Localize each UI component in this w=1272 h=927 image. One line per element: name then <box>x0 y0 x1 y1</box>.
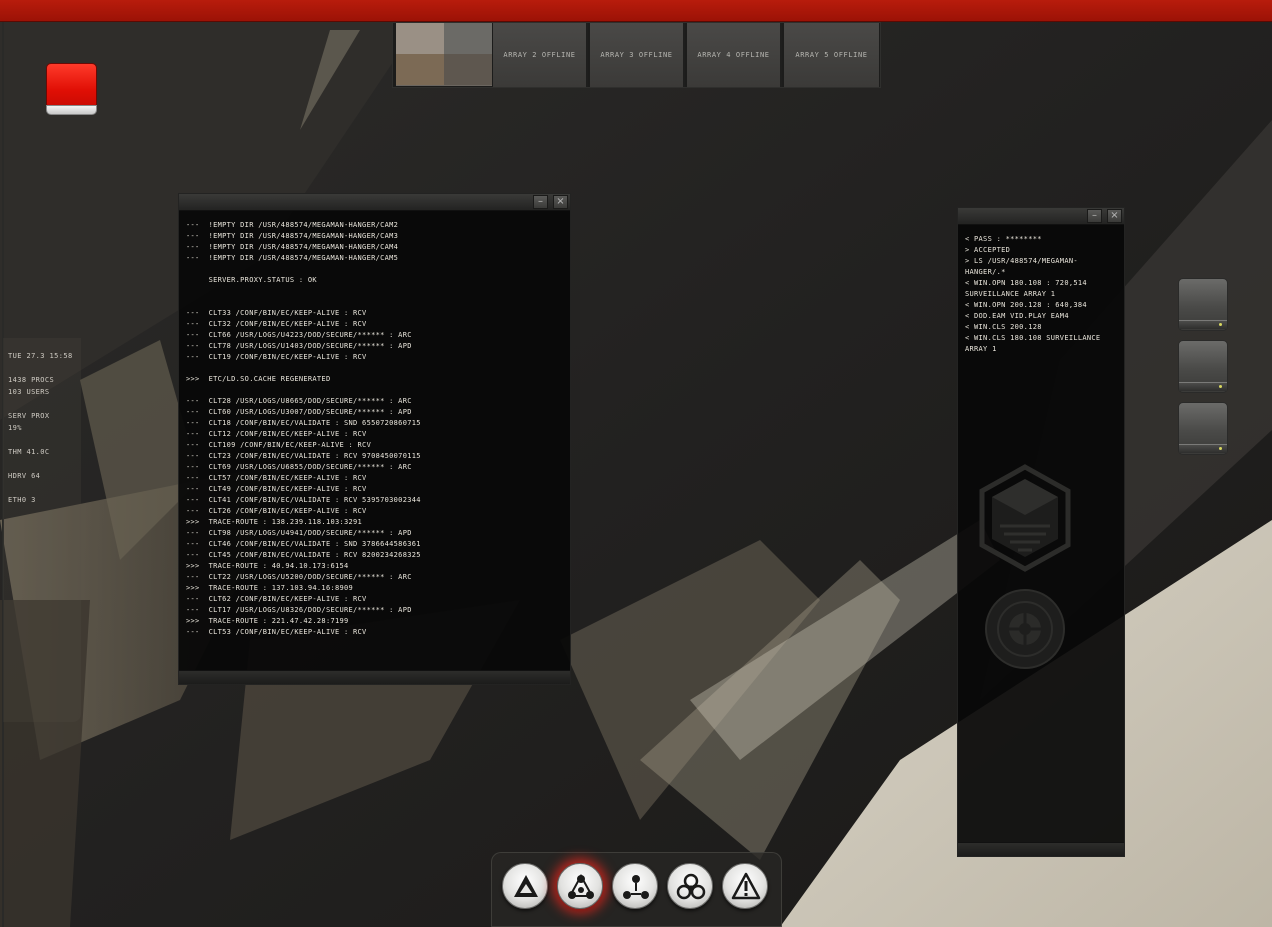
close-button[interactable]: × <box>553 195 568 209</box>
drive-led <box>1219 447 1222 450</box>
top-bar <box>0 0 1272 22</box>
terminal-line: --- CLT33 /CONF/BIN/EC/KEEP-ALIVE : RCV <box>186 309 367 317</box>
status-eth: ETH0 3 <box>8 496 36 504</box>
terminal-line: >>> ETC/LD.SO.CACHE REGENERATED <box>186 375 331 383</box>
dock-button-trinity[interactable] <box>557 863 603 909</box>
terminal-line: >>> TRACE-ROUTE : 137.103.94.16:8909 <box>186 584 354 592</box>
terminal-line: --- CLT66 /USR/LOGS/U4223/DOD/SECURE/***… <box>186 331 412 339</box>
terminal-line: --- CLT98 /USR/LOGS/U4941/DOD/SECURE/***… <box>186 529 412 537</box>
minimize-button[interactable]: – <box>533 195 548 209</box>
terminal-line: --- CLT57 /CONF/BIN/EC/KEEP-ALIVE : RCV <box>186 474 367 482</box>
side-terminal-footer <box>958 842 1124 856</box>
camera-array-5[interactable]: ARRAY 5 OFFLINE <box>784 23 879 87</box>
terminal-line: >>> TRACE-ROUTE : 138.239.118.103:3291 <box>186 518 363 526</box>
side-terminal-window[interactable]: – × < PASS : ******** > ACCEPTED > LS /USR… <box>957 207 1125 857</box>
dock-button-biohazard[interactable] <box>667 863 713 909</box>
red-drive-icon[interactable] <box>46 63 97 115</box>
side-terminal-line: HANGER/.* <box>965 268 1006 276</box>
protecting-america-seal <box>985 589 1065 669</box>
terminal-line: --- CLT46 /CONF/BIN/EC/VALIDATE : SND 37… <box>186 540 421 548</box>
drive-led <box>1219 385 1222 388</box>
side-terminal-line: > LS /USR/488574/MEGAMAN- <box>965 257 1078 265</box>
terminal-line: --- CLT49 /CONF/BIN/EC/KEEP-ALIVE : RCV <box>186 485 367 493</box>
terminal-titlebar[interactable] <box>179 194 570 211</box>
terminal-line: --- CLT78 /USR/LOGS/U1403/DOD/SECURE/***… <box>186 342 412 350</box>
side-terminal-line: > ACCEPTED <box>965 246 1011 254</box>
triforce-icon <box>514 875 538 897</box>
terminal-line: --- CLT18 /CONF/BIN/EC/VALIDATE : SND 65… <box>186 419 421 427</box>
camera-array-2[interactable]: ARRAY 2 OFFLINE <box>493 23 588 87</box>
hexagon-cube-logo <box>979 464 1071 572</box>
side-terminal-line: < WIN.OPN 180.108 : 720,514 <box>965 279 1087 287</box>
side-terminal-line: SURVEILLANCE ARRAY 1 <box>965 290 1056 298</box>
minimize-button[interactable]: – <box>1087 209 1102 223</box>
terminal-line: --- !EMPTY DIR /USR/488574/MEGAMAN-HANGE… <box>186 232 399 240</box>
drive-body <box>46 63 97 109</box>
terminal-window[interactable]: – × --- !EMPTY DIR /USR/488574/MEGAMAN-H… <box>178 193 571 685</box>
terminal-line: --- CLT22 /USR/LOGS/U5200/DOD/SECURE/***… <box>186 573 412 581</box>
drive-led <box>1219 323 1222 326</box>
side-terminal-line: < WIN.CLS 180.108 SURVEILLANCE <box>965 334 1101 342</box>
camera-array-label: ARRAY 5 OFFLINE <box>795 51 868 59</box>
terminal-line: --- !EMPTY DIR /USR/488574/MEGAMAN-HANGE… <box>186 243 399 251</box>
side-terminal-line: < PASS : ******** <box>965 235 1042 243</box>
terminal-line: --- CLT26 /CONF/BIN/EC/KEEP-ALIVE : RCV <box>186 507 367 515</box>
gray-drive-icon[interactable] <box>1178 402 1228 455</box>
terminal-line: --- CLT28 /USR/LOGS/U8665/DOD/SECURE/***… <box>186 397 412 405</box>
camera-array-label: ARRAY 4 OFFLINE <box>697 51 770 59</box>
feed-quadrant <box>396 54 444 85</box>
terminal-line: --- CLT17 /USR/LOGS/U8326/DOD/SECURE/***… <box>186 606 412 614</box>
status-datetime: TUE 27.3 15:58 <box>8 352 73 360</box>
drive-base <box>46 105 97 115</box>
camera-array-label: ARRAY 3 OFFLINE <box>600 51 673 59</box>
terminal-line: --- !EMPTY DIR /USR/488574/MEGAMAN-HANGE… <box>186 221 399 229</box>
dock-button-warning[interactable] <box>722 863 768 909</box>
terminal-line: >>> TRACE-ROUTE : 221.47.42.28:7199 <box>186 617 349 625</box>
camera-array-4[interactable]: ARRAY 4 OFFLINE <box>687 23 782 87</box>
terminal-line: --- CLT41 /CONF/BIN/EC/VALIDATE : RCV 53… <box>186 496 421 504</box>
terminal-line: >>> TRACE-ROUTE : 40.94.10.173:6154 <box>186 562 349 570</box>
status-serv-prox-value: 19% <box>8 424 22 432</box>
side-terminal-line: ARRAY 1 <box>965 345 997 353</box>
side-terminal-line: < WIN.OPN 200.128 : 640,384 <box>965 301 1087 309</box>
terminal-line: --- CLT109 /CONF/BIN/EC/KEEP-ALIVE : RCV <box>186 441 372 449</box>
terminal-line: --- CLT69 /USR/LOGS/U6855/DOD/SECURE/***… <box>186 463 412 471</box>
camera-array-label: ARRAY 2 OFFLINE <box>503 51 576 59</box>
status-hdrv: HDRV 64 <box>8 472 41 480</box>
surveillance-arrays: ARRAY 2 OFFLINE ARRAY 3 OFFLINE ARRAY 4 … <box>392 22 881 88</box>
status-serv-prox-label: SERV PROX <box>8 412 50 420</box>
terminal-footer <box>179 670 570 684</box>
feed-quadrant <box>444 54 492 85</box>
camera-array-3[interactable]: ARRAY 3 OFFLINE <box>590 23 685 87</box>
gray-drive-icon[interactable] <box>1178 278 1228 331</box>
dock-button-triad[interactable] <box>612 863 658 909</box>
terminal-line: --- CLT12 /CONF/BIN/EC/KEEP-ALIVE : RCV <box>186 430 367 438</box>
terminal-line: --- CLT53 /CONF/BIN/EC/KEEP-ALIVE : RCV <box>186 628 367 636</box>
terminal-line: --- !EMPTY DIR /USR/488574/MEGAMAN-HANGE… <box>186 254 399 262</box>
terminal-line: --- CLT19 /CONF/BIN/EC/KEEP-ALIVE : RCV <box>186 353 367 361</box>
terminal-line: SERVER.PROXY.STATUS : OK <box>186 276 317 284</box>
terminal-line: --- CLT45 /CONF/BIN/EC/VALIDATE : RCV 82… <box>186 551 421 559</box>
side-terminal-line: < WIN.CLS 200.128 <box>965 323 1042 331</box>
triad-nodes-icon <box>623 875 649 899</box>
gray-drive-icon[interactable] <box>1178 340 1228 393</box>
status-thermal: THM 41.0C <box>8 448 50 456</box>
biohazard-icon <box>676 873 706 900</box>
terminal-line: --- CLT60 /USR/LOGS/U3007/DOD/SECURE/***… <box>186 408 412 416</box>
status-users: 103 USERS <box>8 388 50 396</box>
feed-quadrant <box>396 23 444 54</box>
feed-quadrant <box>444 23 492 54</box>
terminal-line: --- CLT62 /CONF/BIN/EC/KEEP-ALIVE : RCV <box>186 595 367 603</box>
dock-button-triforce[interactable] <box>502 863 548 909</box>
status-procs: 1438 PROCS <box>8 376 55 384</box>
terminal-line: --- CLT32 /CONF/BIN/EC/KEEP-ALIVE : RCV <box>186 320 367 328</box>
terminal-line: --- CLT23 /CONF/BIN/EC/VALIDATE : RCV 97… <box>186 452 421 460</box>
side-terminal-line: < DOD.EAM VID.PLAY EAM4 <box>965 312 1069 320</box>
camera-feed-array-1[interactable] <box>396 23 492 86</box>
close-button[interactable]: × <box>1107 209 1122 223</box>
warning-icon <box>731 872 761 900</box>
trinity-nodes-icon <box>568 873 594 899</box>
